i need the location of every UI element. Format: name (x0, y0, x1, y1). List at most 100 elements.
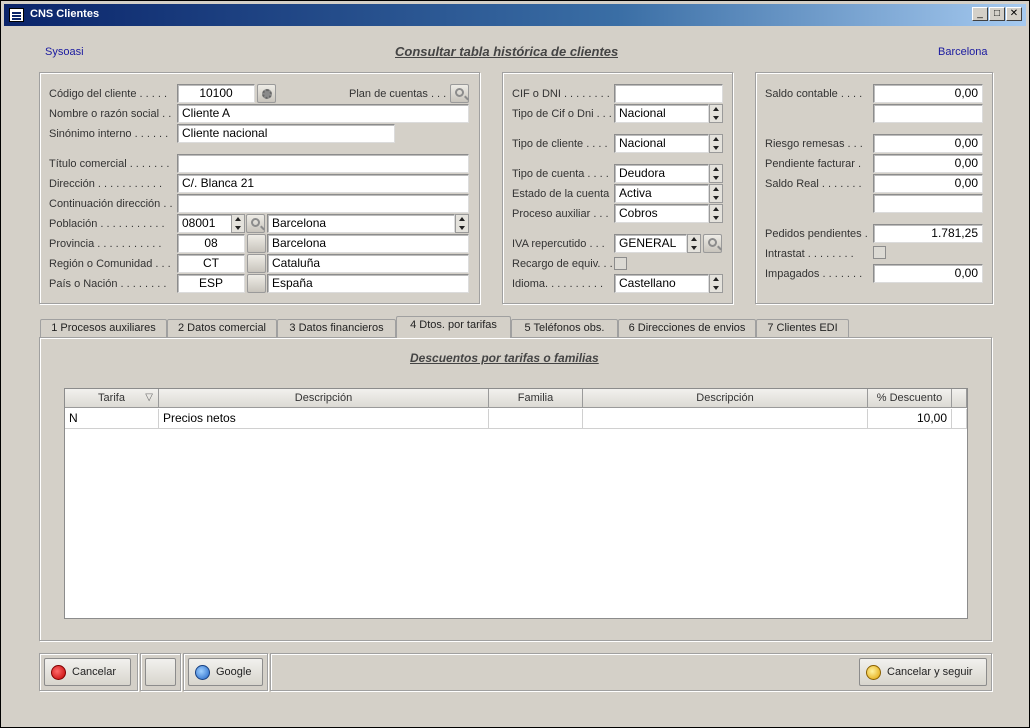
gear-button[interactable] (257, 84, 276, 103)
codigo-field[interactable]: 10100 (177, 84, 255, 103)
saldo-real-field: 0,00 (873, 174, 983, 193)
riesgo-field: 0,00 (873, 134, 983, 153)
cif-label: CIF o DNI . . . . . . . . (512, 88, 610, 100)
cell-descuento[interactable]: 10,00 (868, 409, 952, 429)
iva-select[interactable]: GENERAL (614, 234, 687, 253)
tab-dtos-por-tarifas[interactable]: 4 Dtos. por tarifas (396, 316, 511, 338)
footer-group-mid (140, 653, 181, 691)
sinonimo-field[interactable]: Cliente nacional (177, 124, 395, 143)
tab-datos-financieros[interactable]: 3 Datos financieros (277, 319, 396, 338)
saldo-contable-field: 0,00 (873, 84, 983, 103)
window-title: CNS Clientes (30, 8, 100, 20)
estado-spinner[interactable] (709, 184, 723, 203)
titulo-field[interactable] (177, 154, 469, 173)
direccion-label: Dirección . . . . . . . . . . . (49, 178, 163, 190)
cell-descripcion-familia[interactable] (583, 409, 868, 429)
tab-content-title: Descuentos por tarifas o familias (410, 351, 599, 365)
pendiente-field: 0,00 (873, 154, 983, 173)
poblacion-search-button[interactable] (246, 214, 265, 233)
codigo-label: Código del cliente . . . . . (49, 88, 168, 100)
region-field[interactable]: Cataluña (267, 254, 469, 273)
pais-field[interactable]: España (267, 274, 469, 293)
provincia-field[interactable]: Barcelona (267, 234, 469, 253)
search-icon (455, 88, 464, 97)
minimize-button[interactable]: _ (972, 7, 988, 21)
tab-direcciones-de-envios[interactable]: 6 Direcciones de envios (618, 319, 756, 338)
proceso-spinner[interactable] (709, 204, 723, 223)
intrastat-label: Intrastat . . . . . . . . (765, 248, 854, 260)
cif-field[interactable] (614, 84, 723, 103)
tax-settings-panel: CIF o DNI . . . . . . . . Tipo de Cif o … (502, 72, 733, 304)
continuacion-label: Continuación dirección . . (49, 198, 173, 210)
tipo-cuenta-select[interactable]: Deudora (614, 164, 709, 183)
google-button[interactable]: Google (188, 658, 263, 686)
continuacion-field[interactable] (177, 194, 469, 213)
nombre-field[interactable]: Cliente A (177, 104, 469, 123)
google-button-label: Google (216, 666, 252, 678)
tab-datos-comercial[interactable]: 2 Datos comercial (167, 319, 277, 338)
pendiente-label: Pendiente facturar . (765, 158, 862, 170)
poblacion-name-spinner[interactable] (455, 214, 469, 233)
saldo-contable-label: Saldo contable . . . . (765, 88, 863, 100)
saldo-real-extra-field (873, 194, 983, 213)
riesgo-label: Riesgo remesas . . . (765, 138, 863, 150)
cell-familia[interactable] (489, 409, 583, 429)
cancel-and-continue-button[interactable]: Cancelar y seguir (859, 658, 987, 686)
cancel-and-continue-label: Cancelar y seguir (887, 666, 973, 678)
table-row[interactable]: N Precios netos 10,00 (65, 389, 967, 429)
cell-descripcion[interactable]: Precios netos (159, 409, 489, 429)
maximize-button[interactable]: □ (989, 7, 1005, 21)
estado-label: Estado de la cuenta . (512, 188, 613, 200)
poblacion-spinner[interactable] (231, 214, 245, 233)
provincia-code-field[interactable]: 08 (177, 234, 245, 253)
footer-group-right: Cancelar y seguir (270, 653, 992, 691)
estado-select[interactable]: Activa (614, 184, 709, 203)
pais-label: País o Nación . . . . . . . . (49, 278, 167, 290)
app-window: CNS Clientes _ □ ✕ Sysoasi Consultar tab… (0, 0, 1030, 728)
plan-search-button[interactable] (450, 84, 469, 103)
recargo-label: Recargo de equiv. . . (512, 258, 613, 270)
tab-clientes-edi[interactable]: 7 Clientes EDI (756, 319, 849, 338)
recargo-checkbox[interactable] (614, 257, 627, 270)
poblacion-field[interactable]: Barcelona (267, 214, 455, 233)
idioma-select[interactable]: Castellano (614, 274, 709, 293)
region-code-field[interactable]: CT (177, 254, 245, 273)
tipo-cliente-select[interactable]: Nacional (614, 134, 709, 153)
region-label: Región o Comunidad . . . (49, 258, 171, 270)
close-button[interactable]: ✕ (1006, 7, 1022, 21)
search-icon (708, 238, 717, 247)
cell-spacer (952, 409, 967, 429)
pedidos-field: 1.781,25 (873, 224, 983, 243)
cancel-icon (51, 665, 66, 680)
idioma-spinner[interactable] (709, 274, 723, 293)
saldo-real-label: Saldo Real . . . . . . . (765, 178, 862, 190)
tipo-cif-spinner[interactable] (709, 104, 723, 123)
tab-telefonos-obs[interactable]: 5 Teléfonos obs. (511, 319, 618, 338)
cell-tarifa[interactable]: N (65, 409, 159, 429)
tab-procesos-auxiliares[interactable]: 1 Procesos auxiliares (40, 319, 167, 338)
cancel-button-label: Cancelar (72, 666, 117, 678)
tipo-cliente-spinner[interactable] (709, 134, 723, 153)
provincia-button[interactable] (247, 234, 266, 253)
pais-button[interactable] (247, 274, 266, 293)
pais-code-field[interactable]: ESP (177, 274, 245, 293)
proceso-select[interactable]: Cobros (614, 204, 709, 223)
direccion-field[interactable]: C/. Blanca 21 (177, 174, 469, 193)
continue-icon (866, 665, 881, 680)
company-name: Sysoasi (45, 46, 84, 58)
tipo-cuenta-label: Tipo de cuenta . . . . (512, 168, 609, 180)
client-data-panel: Código del cliente . . . . . 10100 Plan … (39, 72, 480, 304)
intrastat-checkbox[interactable] (873, 246, 886, 259)
region-button[interactable] (247, 254, 266, 273)
iva-label: IVA repercutido . . . (512, 238, 605, 250)
discounts-table[interactable]: Tarifa ▽ Descripción Familia Descripción… (64, 388, 968, 619)
iva-search-button[interactable] (703, 234, 722, 253)
iva-spinner[interactable] (687, 234, 701, 253)
tipo-cuenta-spinner[interactable] (709, 164, 723, 183)
tipo-cif-select[interactable]: Nacional (614, 104, 709, 123)
pedidos-label: Pedidos pendientes . (765, 228, 868, 240)
blank-button[interactable] (145, 658, 176, 686)
cancel-button[interactable]: Cancelar (44, 658, 131, 686)
poblacion-code-field[interactable]: 08001 (177, 214, 233, 233)
title-bar[interactable]: CNS Clientes _ □ ✕ (4, 4, 1026, 26)
